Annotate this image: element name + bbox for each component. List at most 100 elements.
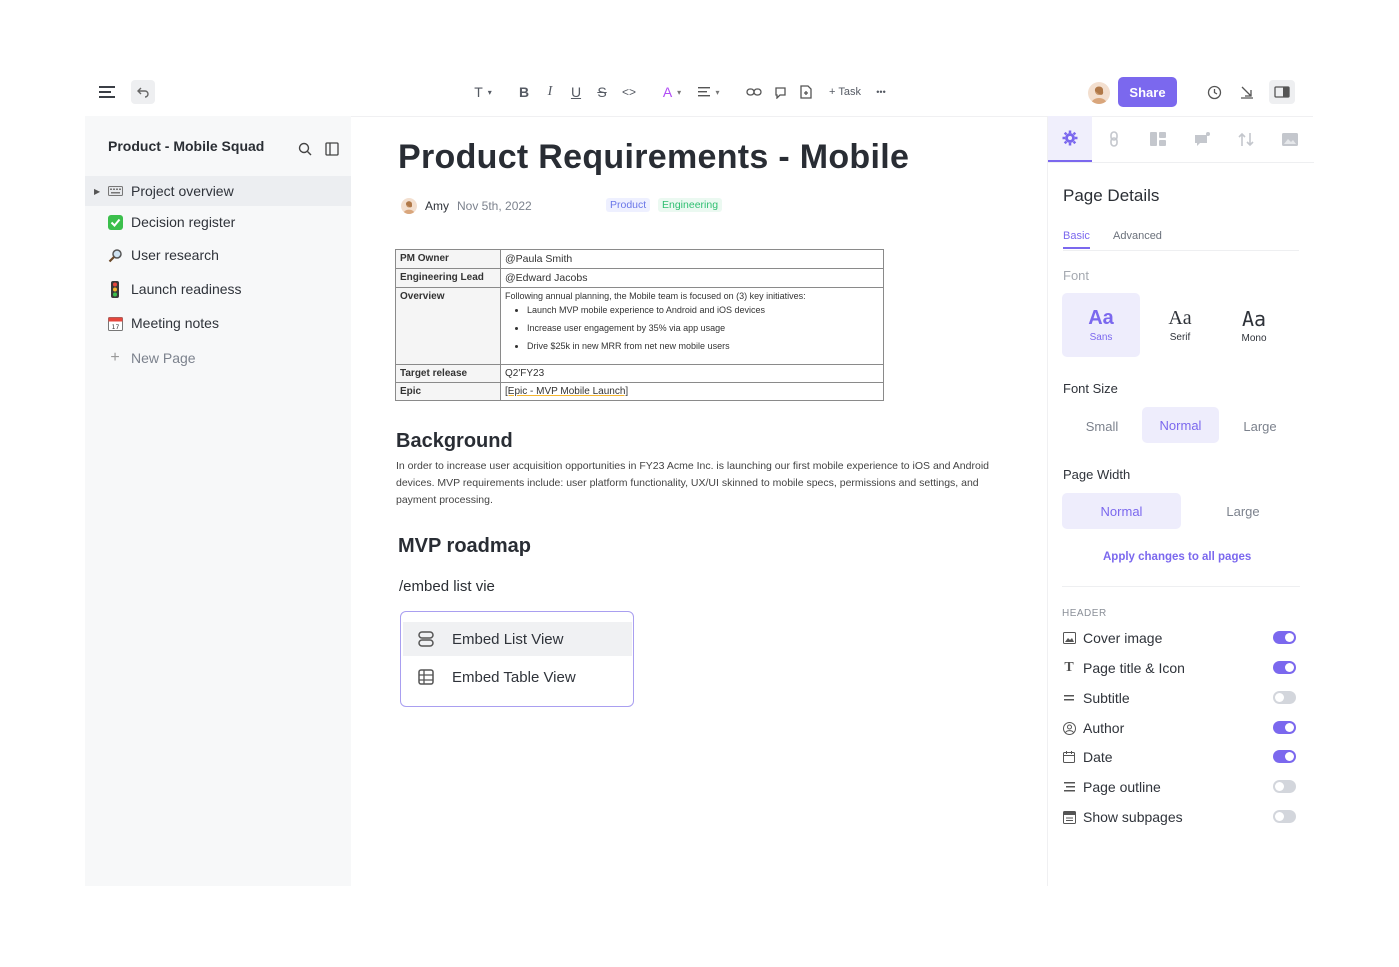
tab-basic[interactable]: Basic <box>1063 230 1090 249</box>
sidebar-item-launch-readiness[interactable]: Launch readiness <box>85 274 351 304</box>
pm-owner-mention[interactable]: @Paula Smith <box>500 249 884 269</box>
image-icon <box>1282 132 1298 146</box>
toggle-row-date: Date <box>1062 745 1298 769</box>
gear-icon <box>1062 130 1078 146</box>
overview-intro: Following annual planning, the Mobile te… <box>505 291 806 301</box>
table-key: Target release <box>395 364 501 383</box>
overview-cell: Following annual planning, the Mobile te… <box>500 287 884 365</box>
add-doc-icon[interactable] <box>796 80 816 104</box>
comment-icon[interactable] <box>770 80 790 104</box>
sidebar-item-label: Meeting notes <box>131 315 219 331</box>
font-size-small[interactable]: Small <box>1070 408 1134 444</box>
align-icon <box>698 87 711 97</box>
tab-media[interactable] <box>1268 116 1312 162</box>
table-key: PM Owner <box>395 249 501 269</box>
italic-button[interactable]: I <box>541 80 559 104</box>
toggle-label: Page title & Icon <box>1083 660 1185 676</box>
sidebar-item-decision-register[interactable]: Decision register <box>85 207 351 237</box>
page-width-large[interactable]: Large <box>1188 493 1298 529</box>
tab-sort[interactable] <box>1224 116 1268 162</box>
apply-all-pages-link[interactable]: Apply changes to all pages <box>1103 551 1251 563</box>
toggle-row-show-subpages: Show subpages <box>1062 805 1298 829</box>
tab-advanced[interactable]: Advanced <box>1113 230 1162 242</box>
font-option-mono[interactable]: Aa Mono <box>1215 293 1293 357</box>
font-option-sans[interactable]: Aa Sans <box>1062 293 1140 357</box>
background-paragraph: In order to increase user acquisition op… <box>396 460 989 506</box>
tag-product[interactable]: Product <box>606 198 651 212</box>
date-toggle[interactable] <box>1273 750 1296 763</box>
toggle-label: Page outline <box>1083 779 1161 795</box>
sidebar-item-meeting-notes[interactable]: 17 Meeting notes <box>85 308 351 338</box>
caret-right-icon[interactable]: ▶ <box>94 187 100 196</box>
code-button[interactable]: <> <box>618 80 640 104</box>
more-options-icon[interactable]: ••• <box>873 80 889 104</box>
font-sample: Aa <box>1088 307 1114 329</box>
undo-icon[interactable] <box>131 80 155 104</box>
font-size-large[interactable]: Large <box>1228 408 1292 444</box>
outline-icon <box>1062 780 1076 794</box>
page-title[interactable]: Product Requirements - Mobile <box>398 138 909 177</box>
panel-toggle-icon[interactable] <box>1269 80 1295 104</box>
slash-command-input[interactable]: /embed list vie <box>399 578 495 595</box>
text-style-dropdown[interactable]: T ▾ <box>468 80 498 104</box>
font-sample: Aa <box>1168 307 1192 329</box>
caret-down-icon: ▾ <box>715 87 720 97</box>
sidebar-item-user-research[interactable]: User research <box>85 240 351 270</box>
sidebar-item-new-page[interactable]: + New Page <box>85 343 351 373</box>
tab-relationships[interactable] <box>1092 116 1136 162</box>
toggle-label: Subtitle <box>1083 690 1130 706</box>
menu-item-label: Embed List View <box>452 630 564 648</box>
history-icon[interactable] <box>1204 80 1224 104</box>
link-icon[interactable] <box>744 80 764 104</box>
sidebar: Product - Mobile Squad ▶ Project overvie… <box>85 116 351 886</box>
tab-comments[interactable] <box>1180 116 1224 162</box>
app-window: T ▾ B I U S <> A ▾ ▾ + Task ••• Share Pr… <box>85 68 1314 886</box>
collapse-icon[interactable] <box>1237 80 1257 104</box>
author-avatar <box>401 198 417 214</box>
strikethrough-button[interactable]: S <box>593 80 611 104</box>
author-name[interactable]: Amy <box>425 199 449 213</box>
menu-item-embed-list-view[interactable]: Embed List View <box>403 622 632 656</box>
caret-down-icon: ▾ <box>487 87 492 97</box>
font-size-normal[interactable]: Normal <box>1142 407 1219 443</box>
text-color-dropdown[interactable]: A ▾ <box>658 80 686 104</box>
text-t-icon: T <box>1064 660 1074 675</box>
table-key: Engineering Lead <box>395 268 501 288</box>
search-icon[interactable] <box>298 142 312 161</box>
page-width-normal[interactable]: Normal <box>1062 493 1181 529</box>
page-width-label: Page Width <box>1063 467 1131 482</box>
user-circle-icon <box>1062 721 1076 735</box>
font-name: Mono <box>1241 333 1267 344</box>
toggle-label: Date <box>1083 749 1113 765</box>
tag-engineering[interactable]: Engineering <box>658 198 723 212</box>
add-task-button[interactable]: + Task <box>825 80 865 104</box>
subtitle-toggle[interactable] <box>1273 691 1296 704</box>
menu-item-embed-table-view[interactable]: Embed Table View <box>403 660 632 694</box>
magnifier-icon <box>107 247 123 263</box>
sidebar-item-project-overview[interactable]: ▶ Project overview <box>85 176 351 206</box>
divider <box>1063 250 1299 251</box>
calendar-icon <box>1062 750 1076 764</box>
align-dropdown[interactable]: ▾ <box>694 80 724 104</box>
underline-button[interactable]: U <box>567 80 585 104</box>
avatar[interactable] <box>1088 82 1110 104</box>
font-label: Font <box>1063 268 1090 283</box>
font-name: Sans <box>1089 332 1113 343</box>
list-view-icon <box>417 630 435 648</box>
author-toggle[interactable] <box>1273 721 1296 734</box>
share-button[interactable]: Share <box>1118 77 1177 107</box>
menu-icon[interactable] <box>97 80 117 104</box>
epic-link[interactable]: [Epic - MVP Mobile Launch] <box>500 382 884 401</box>
tab-layout[interactable] <box>1136 116 1180 162</box>
show-subpages-toggle[interactable] <box>1273 810 1296 823</box>
font-option-serif[interactable]: Aa Serif <box>1141 293 1219 357</box>
sidebar-collapse-icon[interactable] <box>325 142 339 161</box>
link-chain-icon <box>1110 131 1118 147</box>
sidebar-item-label: New Page <box>131 350 196 366</box>
page-title-toggle[interactable] <box>1273 661 1296 674</box>
cover-image-toggle[interactable] <box>1273 631 1296 644</box>
tab-settings[interactable] <box>1048 116 1092 162</box>
bold-button[interactable]: B <box>515 80 533 104</box>
page-outline-toggle[interactable] <box>1273 780 1296 793</box>
eng-lead-mention[interactable]: @Edward Jacobs <box>500 268 884 288</box>
